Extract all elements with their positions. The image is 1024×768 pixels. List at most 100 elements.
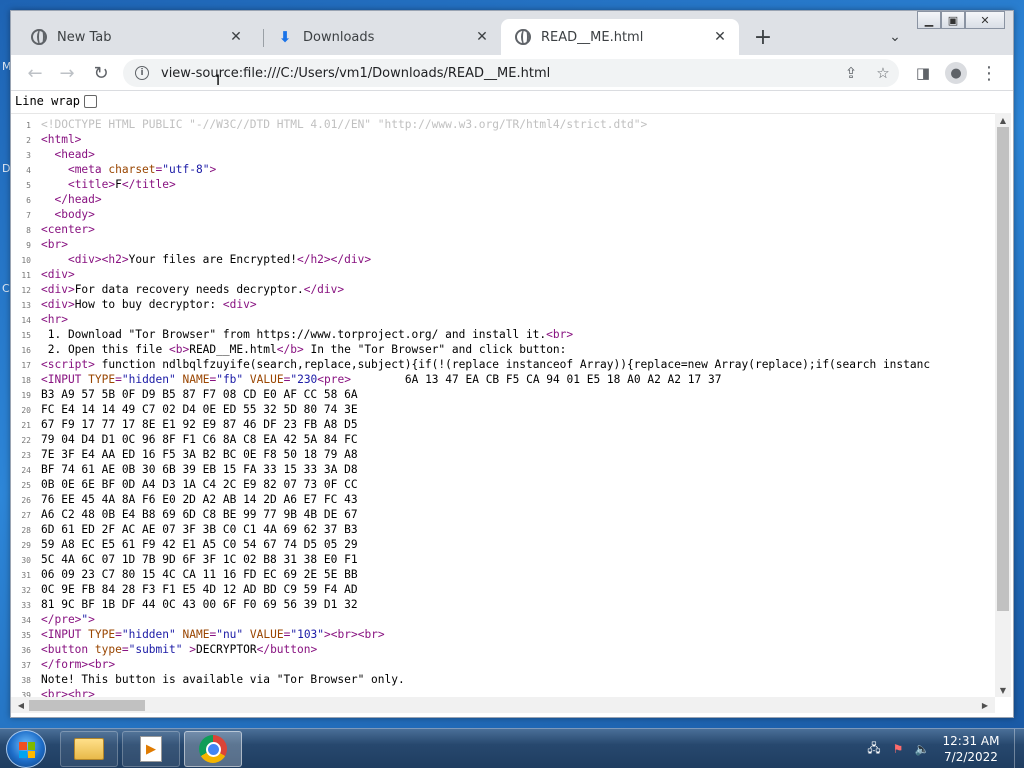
line-number: 29: [21, 541, 31, 550]
line-number: 20: [21, 406, 31, 415]
scroll-left-icon[interactable]: ◀: [13, 698, 29, 712]
tab-strip: New Tab ✕ ⬇ Downloads ✕ READ__ME.html ✕ …: [11, 11, 1013, 55]
network-icon[interactable]: 🖧: [866, 741, 882, 757]
source-token: For data recovery needs decryptor.: [74, 283, 304, 296]
tab-read-me[interactable]: READ__ME.html ✕: [501, 19, 739, 55]
bookmark-star-icon[interactable]: ☆: [873, 63, 893, 83]
source-line: 38 Note! This button is available via "To…: [11, 672, 404, 687]
source-token: <body>: [54, 208, 95, 221]
source-token: 2. Open this file: [41, 343, 169, 356]
menu-button[interactable]: ⋮: [975, 59, 1003, 87]
source-line: 14 <hr>: [11, 312, 68, 327]
source-line: 16 2. Open this file <b>READ__ME.html</b…: [11, 342, 566, 357]
close-icon[interactable]: ✕: [711, 28, 729, 46]
tab-downloads[interactable]: ⬇ Downloads ✕: [263, 19, 501, 55]
source-token: "hidden": [121, 628, 176, 641]
source-token: </b>: [276, 343, 304, 356]
source-token: 6D 61 ED 2F AC AE 07 3F 3B C0 C1 4A 69 6…: [41, 523, 358, 536]
line-number: 33: [21, 601, 31, 610]
source-line: 26 76 EE 45 4A 8A F6 E0 2D A2 AB 14 2D A6…: [11, 492, 357, 507]
forward-button[interactable]: →: [53, 59, 81, 87]
tab-search-chevron-icon[interactable]: ⌄: [883, 25, 907, 49]
window-close-button[interactable]: ✕: [965, 11, 1005, 29]
line-number: 19: [21, 391, 31, 400]
scroll-right-icon[interactable]: ▶: [977, 698, 993, 712]
taskbar-media-player[interactable]: ▶: [122, 731, 180, 767]
source-token: BF 74 61 AE 0B 30 6B 39 EB 15 FA 33 15 3…: [41, 463, 358, 476]
close-icon[interactable]: ✕: [473, 28, 491, 46]
source-token: [41, 148, 54, 161]
line-number: 4: [26, 166, 31, 175]
line-number: 13: [21, 301, 31, 310]
source-token: 7E 3F E4 AA ED 16 F5 3A B2 BC 0E F8 50 1…: [41, 448, 358, 461]
start-button[interactable]: [6, 730, 46, 768]
source-token: <br>: [41, 238, 68, 251]
close-icon[interactable]: ✕: [227, 28, 245, 46]
line-wrap-checkbox[interactable]: [84, 94, 98, 108]
source-token: =: [115, 373, 122, 386]
source-line: 12 <div>For data recovery needs decryptor…: [11, 282, 344, 297]
minimize-button[interactable]: ▁: [917, 11, 941, 29]
side-panel-button[interactable]: ◨: [909, 59, 937, 87]
reload-button[interactable]: ↻: [87, 59, 115, 87]
source-token: [41, 193, 54, 206]
source-token: >: [182, 643, 196, 656]
tab-new-tab[interactable]: New Tab ✕: [17, 19, 255, 55]
line-number: 32: [21, 586, 31, 595]
source-token: ><br><br>: [324, 628, 385, 641]
info-icon[interactable]: i: [135, 66, 149, 80]
source-token: [41, 163, 68, 176]
taskbar-explorer[interactable]: [60, 731, 118, 767]
source-line: 19 B3 A9 57 5B 0F D9 B5 87 F7 08 CD E0 AF…: [11, 387, 357, 402]
source-line: 21 67 F9 17 77 17 8E E1 92 E9 87 46 DF 23…: [11, 417, 357, 432]
source-token: 06 09 23 C7 80 15 4C CA 11 16 FD EC 69 2…: [41, 568, 358, 581]
clock-date: 7/2/2022: [944, 750, 998, 764]
line-number: 22: [21, 436, 31, 445]
source-token: [41, 178, 68, 191]
horizontal-scrollbar[interactable]: ◀ ▶: [11, 697, 995, 713]
source-line: 30 5C 4A 6C 07 1D 7B 9D 6F 3F 1C 02 B8 31…: [11, 552, 357, 567]
line-number: 5: [26, 181, 31, 190]
source-token: <script>: [41, 358, 95, 371]
source-token: "utf-8": [162, 163, 210, 176]
line-number: 6: [26, 196, 31, 205]
source-token: charset: [108, 163, 156, 176]
address-bar[interactable]: i view-source:file:///C:/Users/vm1/Downl…: [123, 59, 899, 87]
new-tab-button[interactable]: +: [751, 25, 775, 50]
source-line: 20 FC E4 14 14 49 C7 02 D4 0E ED 55 32 5D…: [11, 402, 357, 417]
source-line: 25 0B 0E 6E BF 0D A4 D3 1A C4 2C E9 82 07…: [11, 477, 357, 492]
share-icon[interactable]: ⇪: [841, 63, 861, 83]
source-token: 59 A8 EC E5 61 F9 42 E1 A5 C0 54 67 74 D…: [41, 538, 358, 551]
source-token: [243, 628, 250, 641]
volume-icon[interactable]: 🔈: [914, 741, 930, 757]
tab-title: New Tab: [57, 29, 112, 45]
source-token: How to buy decryptor:: [74, 298, 223, 311]
source-line: 13 <div>How to buy decryptor: <div>: [11, 297, 256, 312]
source-token: </form><br>: [41, 658, 116, 671]
line-number: 39: [21, 691, 31, 697]
taskbar-chrome[interactable]: [184, 731, 242, 767]
line-number: 11: [21, 271, 31, 280]
source-token: <INPUT: [41, 373, 89, 386]
scroll-up-icon[interactable]: ▲: [995, 113, 1011, 127]
source-token: "submit": [128, 643, 183, 656]
maximize-button[interactable]: ▣: [941, 11, 965, 29]
system-clock[interactable]: 12:31 AM 7/2/2022: [936, 733, 1006, 765]
vertical-scrollbar[interactable]: ▲ ▼: [995, 113, 1011, 697]
tab-title: Downloads: [303, 29, 375, 45]
scroll-down-icon[interactable]: ▼: [995, 683, 1011, 697]
line-number: 36: [21, 646, 31, 655]
line-number: 28: [21, 526, 31, 535]
show-desktop-button[interactable]: [1014, 729, 1024, 768]
vertical-scroll-thumb[interactable]: [997, 127, 1009, 611]
source-token: "nu": [216, 628, 244, 641]
source-line: 24 BF 74 61 AE 0B 30 6B 39 EB 15 FA 33 15…: [11, 462, 358, 477]
horizontal-scroll-thumb[interactable]: [29, 700, 145, 711]
source-token: >: [88, 613, 95, 626]
action-center-flag-icon[interactable]: ⚑: [890, 741, 906, 757]
source-token: type: [94, 643, 122, 656]
source-line: 17 <script> function ndlbqlfzuyife(search…: [11, 357, 930, 372]
source-token: 6A 13 47 EA CB F5 CA 94 01 E5 18 A0 A2 A…: [350, 373, 722, 386]
back-button[interactable]: ←: [21, 59, 49, 87]
profile-avatar[interactable]: ●: [945, 62, 967, 84]
